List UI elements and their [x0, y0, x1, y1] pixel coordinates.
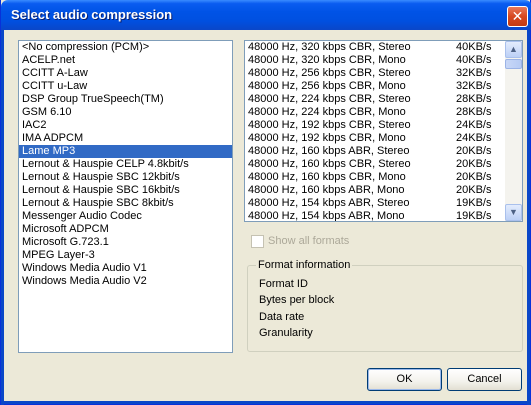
format-rate: 19KB/s [456, 210, 492, 222]
format-list-scrollbar[interactable]: ▲ ▼ [505, 41, 522, 221]
format-description: 48000 Hz, 160 kbps ABR, Stereo [248, 145, 410, 157]
codec-item[interactable]: ACELP.net [19, 54, 232, 67]
close-button[interactable]: ✕ [507, 6, 528, 27]
format-rate: 32KB/s [456, 67, 492, 79]
scroll-up-icon: ▲ [509, 44, 518, 54]
show-all-checkbox[interactable] [251, 235, 264, 248]
codec-item[interactable]: Microsoft G.723.1 [19, 236, 232, 249]
dialog-window: Select audio compression ✕ <No compressi… [0, 0, 531, 405]
format-row[interactable]: 48000 Hz, 192 kbps CBR, Stereo 24KB/s [245, 119, 522, 132]
format-rate: 24KB/s [456, 119, 492, 131]
format-rate: 20KB/s [456, 184, 492, 196]
format-rate: 20KB/s [456, 145, 492, 157]
codec-item[interactable]: Lernout & Hauspie SBC 8kbit/s [19, 197, 232, 210]
codec-item[interactable]: DSP Group TrueSpeech(TM) [19, 93, 232, 106]
format-list[interactable]: 48000 Hz, 320 kbps CBR, Stereo 40KB/s 4800… [244, 40, 523, 222]
codec-item[interactable]: CCITT A-Law [19, 67, 232, 80]
codec-item[interactable]: Lame MP3 [19, 145, 232, 158]
format-description: 48000 Hz, 192 kbps CBR, Stereo [248, 119, 411, 131]
window-frame-bottom [1, 401, 531, 404]
format-rate: 40KB/s [456, 54, 492, 66]
format-description: 48000 Hz, 160 kbps CBR, Mono [248, 171, 406, 183]
codec-item[interactable]: Windows Media Audio V2 [19, 275, 232, 288]
format-row[interactable]: 48000 Hz, 224 kbps CBR, Mono 28KB/s [245, 106, 522, 119]
format-description: 48000 Hz, 224 kbps CBR, Mono [248, 106, 406, 118]
format-rate: 20KB/s [456, 158, 492, 170]
format-description: 48000 Hz, 154 kbps ABR, Stereo [248, 197, 410, 209]
codec-item[interactable]: CCITT u-Law [19, 80, 232, 93]
title-bar[interactable]: Select audio compression ✕ [1, 0, 531, 30]
format-rows: 48000 Hz, 320 kbps CBR, Stereo 40KB/s 4800… [245, 41, 522, 222]
format-rate: 32KB/s [456, 80, 492, 92]
codec-item[interactable]: IMA ADPCM [19, 132, 232, 145]
granularity-label: Granularity [259, 327, 313, 339]
format-rate: 20KB/s [456, 171, 492, 183]
format-description: 48000 Hz, 256 kbps CBR, Mono [248, 80, 406, 92]
format-row[interactable]: 48000 Hz, 160 kbps ABR, Stereo 20KB/s [245, 145, 522, 158]
close-icon: ✕ [511, 8, 524, 24]
format-description: 48000 Hz, 256 kbps CBR, Stereo [248, 67, 411, 79]
format-row[interactable]: 48000 Hz, 154 kbps ABR, Stereo 19KB/s [245, 197, 522, 210]
format-row[interactable]: 48000 Hz, 160 kbps CBR, Mono 20KB/s [245, 171, 522, 184]
window-frame-left [1, 30, 4, 405]
codec-item[interactable]: <No compression (PCM)> [19, 41, 232, 54]
format-description: 48000 Hz, 160 kbps ABR, Mono [248, 184, 405, 196]
format-description: 48000 Hz, 320 kbps CBR, Mono [248, 54, 406, 66]
format-row[interactable]: 48000 Hz, 256 kbps CBR, Mono 32KB/s [245, 80, 522, 93]
codec-item[interactable]: Microsoft ADPCM [19, 223, 232, 236]
format-information-title: Format information [256, 259, 353, 272]
codec-item[interactable]: Lernout & Hauspie SBC 12kbit/s [19, 171, 232, 184]
format-id-label: Format ID [259, 278, 308, 290]
window-title: Select audio compression [11, 7, 173, 22]
format-description: 48000 Hz, 224 kbps CBR, Stereo [248, 93, 411, 105]
format-row[interactable]: 48000 Hz, 224 kbps CBR, Stereo 28KB/s [245, 93, 522, 106]
ok-button[interactable]: OK [367, 368, 442, 391]
cancel-button[interactable]: Cancel [447, 368, 522, 391]
format-rate: 24KB/s [456, 132, 492, 144]
format-rate: 28KB/s [456, 93, 492, 105]
window-frame-right [527, 30, 530, 405]
format-description: 48000 Hz, 160 kbps CBR, Stereo [248, 158, 411, 170]
codec-item[interactable]: Messenger Audio Codec [19, 210, 232, 223]
codec-list[interactable]: <No compression (PCM)> ACELP.net CCITT A-L… [18, 40, 233, 353]
format-information-group: Format information Format ID Bytes per b… [247, 259, 523, 352]
format-row[interactable]: 48000 Hz, 154 kbps ABR, Mono 19KB/s [245, 210, 522, 222]
show-all-label: Show all formats [268, 235, 350, 247]
scroll-up-button[interactable]: ▲ [505, 41, 522, 58]
format-row[interactable]: 48000 Hz, 320 kbps CBR, Mono 40KB/s [245, 54, 522, 67]
format-row[interactable]: 48000 Hz, 320 kbps CBR, Stereo 40KB/s [245, 41, 522, 54]
format-rate: 19KB/s [456, 197, 492, 209]
format-row[interactable]: 48000 Hz, 160 kbps ABR, Mono 20KB/s [245, 184, 522, 197]
format-description: 48000 Hz, 192 kbps CBR, Mono [248, 132, 406, 144]
codec-item[interactable]: Windows Media Audio V1 [19, 262, 232, 275]
format-row[interactable]: 48000 Hz, 160 kbps CBR, Stereo 20KB/s [245, 158, 522, 171]
format-description: 48000 Hz, 320 kbps CBR, Stereo [248, 41, 411, 53]
scroll-down-icon: ▼ [509, 207, 518, 217]
format-description: 48000 Hz, 154 kbps ABR, Mono [248, 210, 405, 222]
codec-item[interactable]: Lernout & Hauspie SBC 16kbit/s [19, 184, 232, 197]
format-rate: 40KB/s [456, 41, 492, 53]
codec-item[interactable]: GSM 6.10 [19, 106, 232, 119]
data-rate-label: Data rate [259, 311, 305, 323]
scroll-down-button[interactable]: ▼ [505, 204, 522, 221]
codec-item[interactable]: MPEG Layer-3 [19, 249, 232, 262]
format-row[interactable]: 48000 Hz, 256 kbps CBR, Stereo 32KB/s [245, 67, 522, 80]
format-rate: 28KB/s [456, 106, 492, 118]
bytes-per-block-label: Bytes per block [259, 294, 335, 306]
codec-item[interactable]: IAC2 [19, 119, 232, 132]
scroll-thumb[interactable] [505, 59, 522, 69]
codec-item[interactable]: Lernout & Hauspie CELP 4.8kbit/s [19, 158, 232, 171]
format-row[interactable]: 48000 Hz, 192 kbps CBR, Mono 24KB/s [245, 132, 522, 145]
